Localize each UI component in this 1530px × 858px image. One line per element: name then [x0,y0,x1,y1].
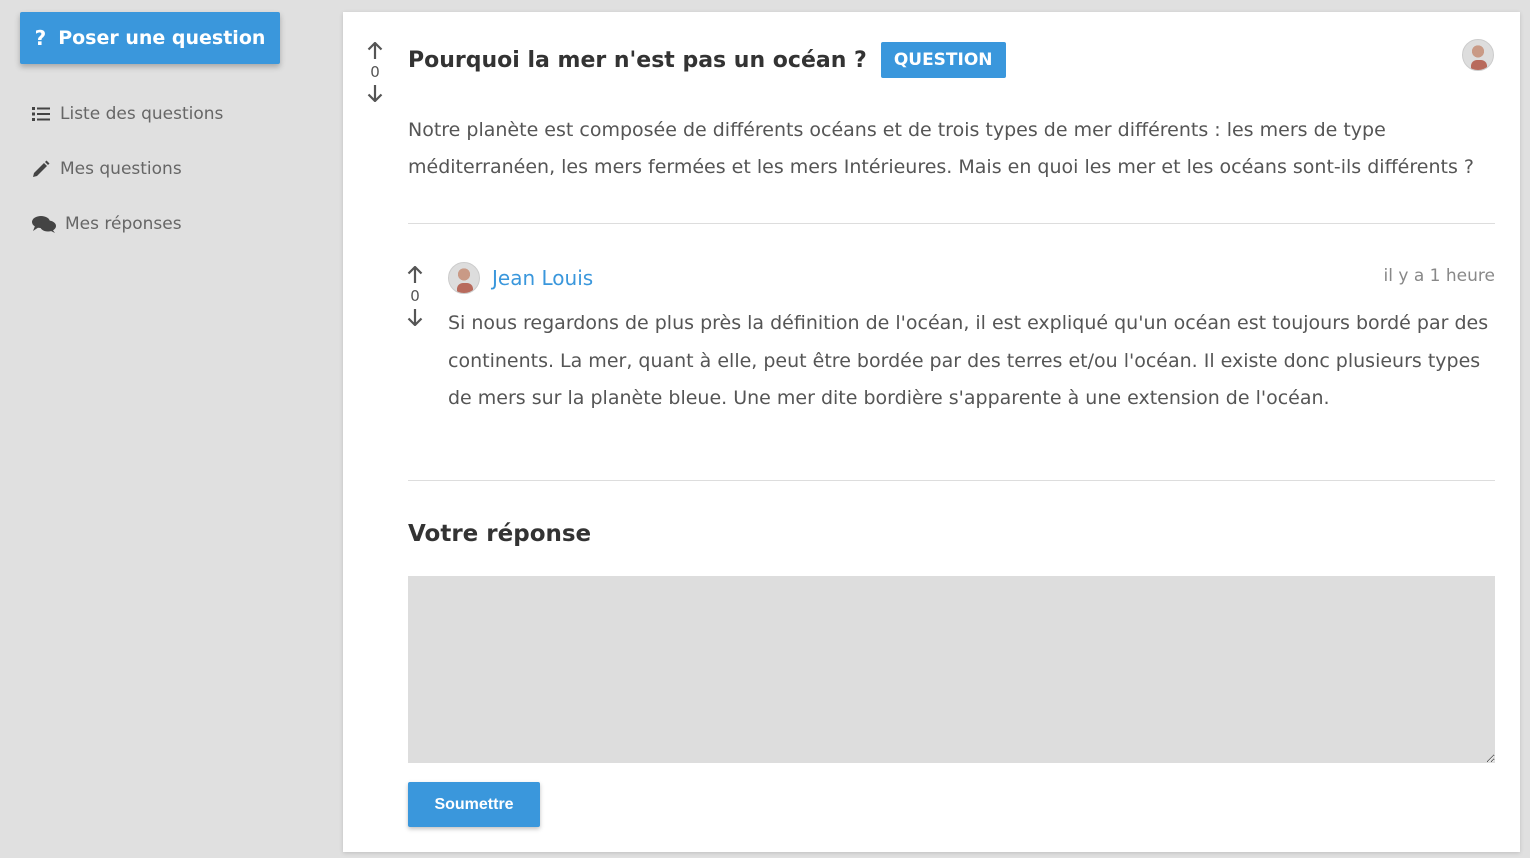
answer-timestamp: il y a 1 heure [1383,266,1495,286]
ask-question-button[interactable]: ? Poser une question [20,12,280,64]
author-avatar [448,262,480,294]
downvote-arrow-icon[interactable] [407,306,423,328]
answer-textarea[interactable] [408,576,1495,763]
question-title: Pourquoi la mer n'est pas un océan ? [408,47,867,73]
pencil-icon [32,160,60,178]
question-vote-widget: 0 [363,40,387,104]
upvote-arrow-icon[interactable] [367,40,383,62]
divider [408,223,1495,224]
author-name-link[interactable]: Jean Louis [492,266,593,290]
submit-button[interactable]: Soumettre [408,782,540,827]
sidebar-item-label: Liste des questions [60,103,224,124]
upvote-arrow-icon[interactable] [407,264,423,286]
downvote-arrow-icon[interactable] [367,82,383,104]
list-icon [32,106,60,121]
user-avatar[interactable] [1462,39,1494,71]
question-mark-icon: ? [34,26,47,50]
ask-question-label: Poser une question [58,27,266,49]
sidebar-nav: Liste des questions Mes questions Mes ré… [32,96,223,261]
answer-body: Si nous regardons de plus près la défini… [448,312,1489,409]
sidebar-item-questions-list[interactable]: Liste des questions [32,96,223,131]
sidebar-item-my-questions[interactable]: Mes questions [32,151,223,186]
sidebar-item-my-answers[interactable]: Mes réponses [32,206,223,241]
sidebar-item-label: Mes questions [60,158,182,179]
question-vote-count: 0 [370,63,380,81]
answer-vote-count: 0 [410,287,420,305]
sidebar-item-label: Mes réponses [65,213,182,234]
question-body: Notre planète est composée de différents… [408,119,1474,178]
question-panel: 0 Pourquoi la mer n'est pas un océan ? Q… [343,12,1520,852]
comments-icon [32,215,65,233]
question-title-row: Pourquoi la mer n'est pas un océan ? QUE… [408,42,1006,78]
answer-author: Jean Louis [448,262,593,294]
reply-heading: Votre réponse [408,521,592,547]
question-badge: QUESTION [880,42,1006,78]
answer-vote-widget: 0 [403,264,427,328]
divider [408,480,1495,481]
